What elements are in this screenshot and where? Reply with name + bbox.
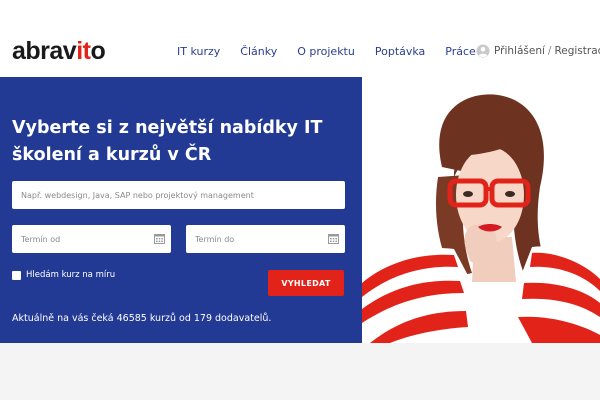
search-input[interactable] — [12, 181, 345, 209]
logo-text-main: abrav — [12, 37, 77, 65]
account-separator: / — [547, 45, 552, 57]
main-nav: IT kurzy Články O projektu Poptávka Prác… — [177, 45, 496, 58]
login-link[interactable]: Přihlášení — [494, 45, 545, 57]
nav-item-it-kurzy[interactable]: IT kurzy — [177, 45, 220, 58]
calendar-icon[interactable] — [154, 233, 165, 244]
logo-text-end: o — [90, 37, 106, 65]
stats-text: Aktuálně na vás čeká 46585 kurzů od 179 … — [12, 313, 272, 324]
user-icon[interactable] — [476, 44, 490, 58]
account-links: Přihlášení / Registrace — [476, 44, 600, 58]
date-from-input[interactable] — [12, 225, 171, 253]
abravito-logo[interactable]: abravito — [12, 36, 106, 66]
site-header: abravito IT kurzy Články O projektu Popt… — [0, 0, 600, 77]
calendar-icon[interactable] — [328, 233, 339, 244]
custom-course-checkbox[interactable] — [12, 270, 21, 280]
register-link[interactable]: Registrace — [554, 45, 600, 57]
logo-text-accent: it — [76, 37, 91, 65]
hero-title: Vyberte si z největší nabídky IT školení… — [12, 118, 323, 165]
hero-section: Vyberte si z největší nabídky IT školení… — [0, 77, 600, 343]
nav-item-clanky[interactable]: Články — [240, 45, 277, 58]
nav-item-poptavka[interactable]: Poptávka — [375, 45, 425, 58]
search-button[interactable]: VYHLEDAT — [268, 270, 344, 296]
custom-course-label: Hledám kurz na míru — [26, 270, 116, 280]
custom-course-checkbox-row[interactable]: Hledám kurz na míru — [12, 270, 115, 280]
nav-item-o-projektu[interactable]: O projektu — [297, 45, 355, 58]
date-to-input[interactable] — [186, 225, 345, 253]
date-to-field[interactable] — [186, 225, 345, 253]
nav-item-prace[interactable]: Práce — [445, 45, 476, 58]
hero-woman-photo — [362, 77, 600, 343]
date-from-field[interactable] — [12, 225, 171, 253]
